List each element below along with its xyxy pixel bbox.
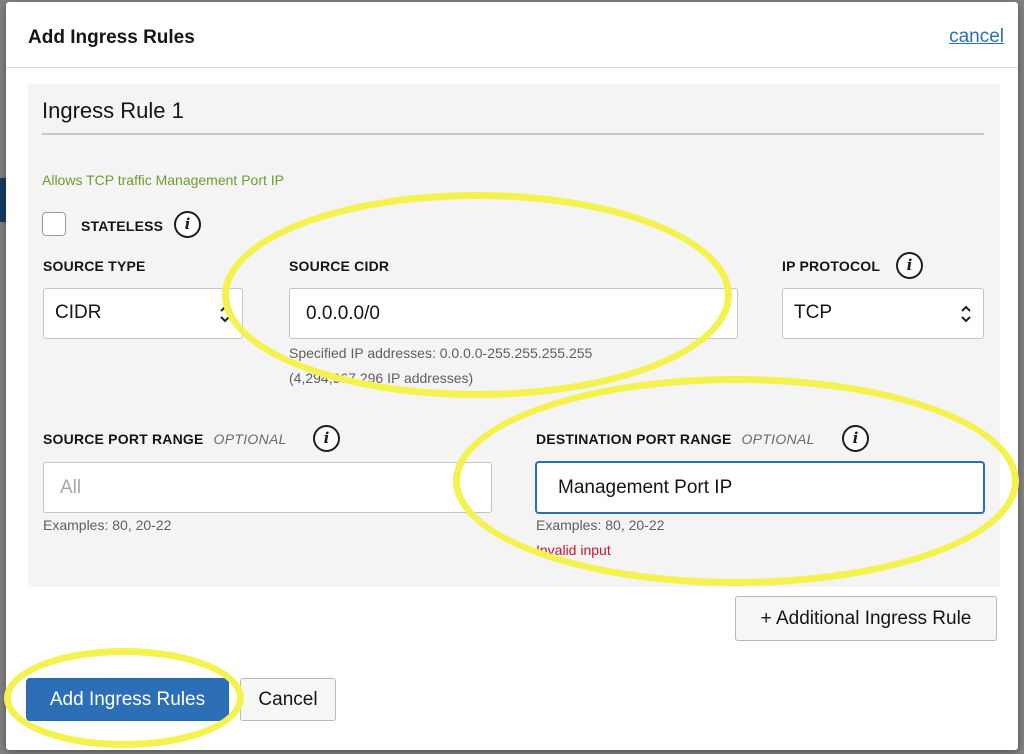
- source-type-label: SOURCE TYPE: [43, 258, 146, 274]
- source-port-range-label: SOURCE PORT RANGE OPTIONAL: [43, 431, 287, 447]
- stateless-info-icon[interactable]: i: [174, 211, 201, 238]
- cancel-button[interactable]: Cancel: [240, 678, 336, 721]
- stateless-checkbox[interactable]: [42, 212, 66, 236]
- destination-port-range-input[interactable]: Management Port IP: [536, 462, 984, 513]
- rule-title: Ingress Rule 1: [42, 98, 184, 123]
- source-port-range-input[interactable]: All: [43, 462, 492, 513]
- source-port-range-label-text: SOURCE PORT RANGE: [43, 431, 204, 447]
- destination-port-range-info-icon[interactable]: i: [842, 425, 869, 452]
- source-port-range-optional: OPTIONAL: [213, 431, 287, 447]
- source-cidr-label: SOURCE CIDR: [289, 258, 390, 274]
- source-port-range-info-icon[interactable]: i: [313, 425, 340, 452]
- source-cidr-input[interactable]: 0.0.0.0/0: [289, 288, 738, 339]
- destination-port-range-label: DESTINATION PORT RANGE OPTIONAL: [536, 431, 815, 447]
- source-type-select[interactable]: CIDR: [43, 288, 243, 339]
- ip-protocol-info-icon[interactable]: i: [896, 252, 923, 279]
- dialog-header: Add Ingress Rules cancel: [6, 2, 1018, 68]
- add-ingress-rules-button[interactable]: Add Ingress Rules: [26, 678, 229, 721]
- destination-port-range-hint: Examples: 80, 20-22: [536, 517, 665, 533]
- source-cidr-hint-1: Specified IP addresses: 0.0.0.0-255.255.…: [289, 345, 593, 361]
- ip-protocol-label: IP PROTOCOL: [782, 258, 881, 274]
- rule-description: Allows TCP traffic Management Port IP: [42, 172, 284, 188]
- dialog-title: Add Ingress Rules: [28, 27, 195, 48]
- select-arrows-icon: [220, 305, 230, 323]
- stateless-label: STATELESS: [81, 218, 164, 234]
- source-cidr-hint-2: (4,294,967,296 IP addresses): [289, 370, 474, 386]
- rule-divider: [42, 133, 984, 135]
- additional-ingress-rule-button[interactable]: + Additional Ingress Rule: [735, 596, 997, 641]
- ingress-rule-panel: Ingress Rule 1 Allows TCP traffic Manage…: [28, 84, 1000, 587]
- cancel-link[interactable]: cancel: [949, 26, 1004, 48]
- destination-port-range-error: Invalid input: [536, 542, 611, 558]
- ip-protocol-value: TCP: [794, 302, 832, 323]
- destination-port-range-label-text: DESTINATION PORT RANGE: [536, 431, 732, 447]
- destination-port-range-optional: OPTIONAL: [741, 431, 815, 447]
- add-ingress-rules-dialog: Add Ingress Rules cancel Ingress Rule 1 …: [6, 2, 1018, 750]
- source-port-range-hint: Examples: 80, 20-22: [43, 517, 172, 533]
- select-arrows-icon: [961, 305, 971, 323]
- ip-protocol-select[interactable]: TCP: [782, 288, 984, 339]
- source-type-value: CIDR: [55, 302, 102, 323]
